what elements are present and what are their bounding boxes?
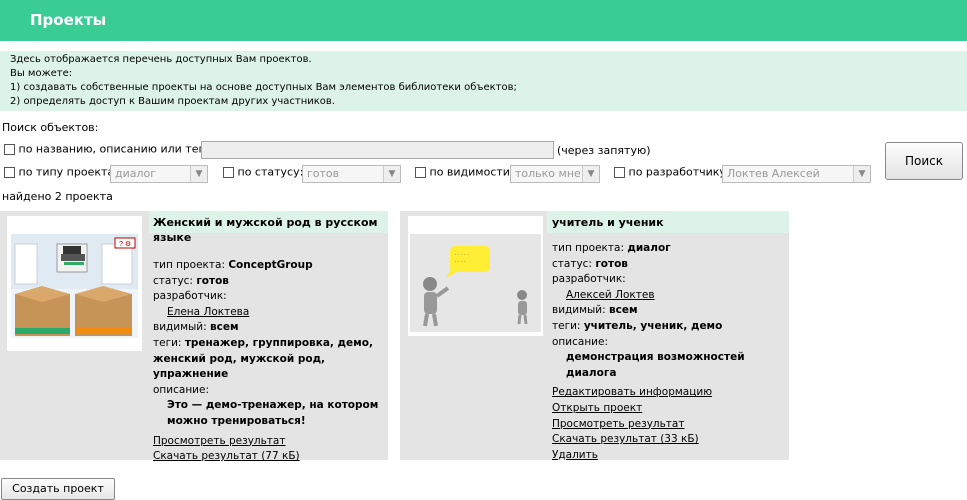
project-card: Женский и мужской род в русском языке ? … [0, 211, 388, 462]
svg-text:· · · ·: · · · · [455, 259, 466, 265]
by-status-checkbox[interactable] [223, 166, 234, 178]
by-developer-label: по разработчику: [628, 165, 730, 179]
chevron-down-icon: ▼ [853, 166, 870, 182]
chevron-down-icon: ▼ [190, 166, 207, 182]
project-meta: тип проекта: ConceptGroup статус: готов … [153, 258, 383, 465]
thumbnail-image: · · · · · · · · · [410, 234, 541, 332]
description-value: демонстрация возможностей диалога [566, 351, 745, 379]
svg-text:· · · · ·: · · · · · [455, 252, 469, 258]
status-value: готов [196, 274, 229, 287]
info-line: 1) создавать собственные проекты на осно… [10, 82, 517, 93]
visible-value: всем [210, 321, 239, 334]
type-label: тип проекта: [153, 259, 225, 271]
visible-label: видимый: [153, 321, 207, 334]
type-select[interactable]: диалог ▼ [110, 165, 208, 183]
search-text-input[interactable] [201, 141, 554, 159]
description-value: Это — демо-тренажер, на котором можно тр… [167, 399, 379, 427]
chevron-down-icon: ▼ [582, 166, 599, 182]
view-result-link[interactable]: Просмотреть результат [552, 418, 684, 430]
info-line: Вы можете: [10, 68, 73, 79]
developer-link[interactable]: Алексей Локтев [566, 289, 655, 301]
status-select-value: готов [307, 167, 340, 180]
status-label: статус: [552, 257, 592, 270]
visible-value: всем [609, 304, 638, 317]
tags-label: теги: [153, 336, 182, 349]
by-type-label: по типу проекта: [18, 165, 118, 179]
view-result-link[interactable]: Просмотреть результат [153, 435, 285, 447]
by-visibility-label: по видимости: [429, 165, 514, 179]
project-title[interactable]: учитель и ученик [552, 215, 782, 230]
status-label: статус: [153, 274, 193, 287]
delete-link[interactable]: Удалить [552, 449, 598, 461]
status-filter: по статусу: [223, 165, 303, 183]
by-name-checkbox[interactable] [4, 143, 15, 155]
developer-select-value: Локтев Алексей [727, 167, 820, 180]
download-result-link[interactable]: Скачать результат (77 кБ) [153, 450, 300, 462]
edit-info-link[interactable]: Редактировать информацию [552, 386, 712, 398]
visible-label: видимый: [552, 304, 606, 317]
tags-value: тренажер, группировка, демо, женский род… [153, 336, 373, 381]
search-label: Поиск объектов: [2, 121, 99, 134]
type-select-value: диалог [115, 167, 157, 180]
developer-select[interactable]: Локтев Алексей ▼ [722, 165, 871, 183]
description-label: описание: [552, 335, 609, 348]
by-name-label: по названию, описанию или тегам: [18, 142, 224, 156]
info-line: Здесь отображается перечень доступных Ва… [10, 54, 312, 65]
comma-hint: (через запятую) [557, 144, 651, 157]
project-card: учитель и ученик · · · · · · · · · тип п… [400, 211, 789, 463]
chevron-down-icon: ▼ [383, 166, 400, 182]
by-developer-checkbox[interactable] [614, 166, 625, 178]
type-label: тип проекта: [552, 242, 624, 254]
page-title: Проекты [30, 11, 107, 29]
developer-link[interactable]: Елена Локтева [167, 306, 249, 318]
page-header: Проекты [0, 0, 967, 41]
type-value: диалог [627, 242, 671, 254]
by-visibility-checkbox[interactable] [415, 166, 426, 178]
search-button[interactable]: Поиск [885, 142, 963, 180]
project-thumbnail[interactable]: · · · · · · · · · [408, 216, 543, 336]
developer-label: разработчик: [153, 290, 227, 303]
visibility-select[interactable]: только мне ▼ [510, 165, 600, 183]
svg-text:? ⚙: ? ⚙ [119, 240, 131, 248]
status-value: готов [595, 257, 628, 270]
create-project-button[interactable]: Создать проект [1, 478, 115, 500]
search-name-row: по названию, описанию или тегам: [4, 142, 223, 160]
visibility-select-value: только мне [515, 167, 581, 180]
by-status-label: по статусу: [237, 165, 304, 179]
visibility-filter: по видимости: [415, 165, 514, 183]
developer-filter: по разработчику: [614, 165, 730, 183]
thumbnail-image: ? ⚙ [11, 234, 138, 338]
description-label: описание: [153, 383, 210, 396]
open-project-link[interactable]: Открыть проект [552, 402, 642, 414]
project-meta: тип проекта: диалог статус: готов разраб… [552, 241, 788, 463]
status-select[interactable]: готов ▼ [302, 165, 401, 183]
type-value: ConceptGroup [228, 259, 313, 271]
search-filters-row: по типу проекта: [4, 165, 118, 183]
project-thumbnail[interactable]: ? ⚙ [7, 216, 142, 351]
tags-value: учитель, ученик, демо [583, 319, 723, 332]
download-result-link[interactable]: Скачать результат (33 кБ) [552, 433, 699, 445]
results-count: найдено 2 проекта [2, 190, 113, 203]
tags-label: теги: [552, 319, 581, 332]
info-line: 2) определять доступ к Вашим проектам др… [10, 96, 335, 107]
project-title[interactable]: Женский и мужской род в русском языке [153, 215, 383, 245]
by-type-checkbox[interactable] [4, 166, 15, 178]
info-panel: Здесь отображается перечень доступных Ва… [0, 51, 967, 111]
developer-label: разработчик: [552, 273, 626, 286]
